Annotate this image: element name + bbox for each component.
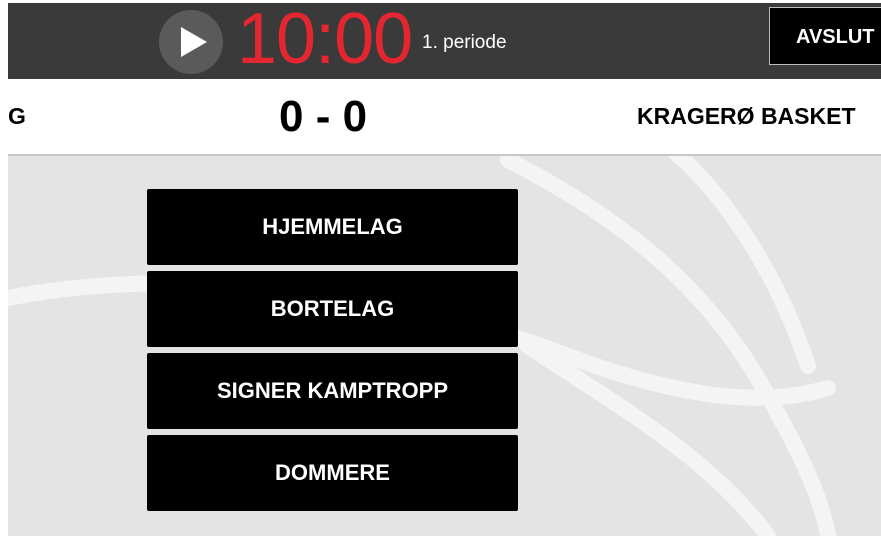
play-icon	[181, 27, 207, 57]
end-game-button[interactable]: AVSLUT	[769, 7, 881, 65]
score-display: 0 - 0	[279, 92, 368, 141]
home-team-name: G	[8, 103, 26, 129]
play-button[interactable]	[159, 10, 223, 74]
app-frame: 10:00 1. periode AVSLUT G 0 - 0 KRAGERØ …	[0, 0, 881, 543]
away-team-button[interactable]: BORTELAG	[147, 271, 518, 347]
sign-roster-button[interactable]: SIGNER KAMPTROPP	[147, 353, 518, 429]
score-row: G 0 - 0 KRAGERØ BASKET	[8, 79, 881, 156]
period-label: 1. periode	[422, 32, 507, 53]
away-team-name: KRAGERØ BASKET	[637, 103, 856, 129]
referees-button[interactable]: DOMMERE	[147, 435, 518, 511]
home-team-button[interactable]: HJEMMELAG	[147, 189, 518, 265]
court-area: HJEMMELAG BORTELAG SIGNER KAMPTROPP DOMM…	[8, 156, 881, 536]
action-menu: HJEMMELAG BORTELAG SIGNER KAMPTROPP DOMM…	[147, 189, 518, 517]
game-clock: 10:00	[237, 0, 413, 79]
timer-bar: 10:00 1. periode AVSLUT	[8, 0, 881, 79]
